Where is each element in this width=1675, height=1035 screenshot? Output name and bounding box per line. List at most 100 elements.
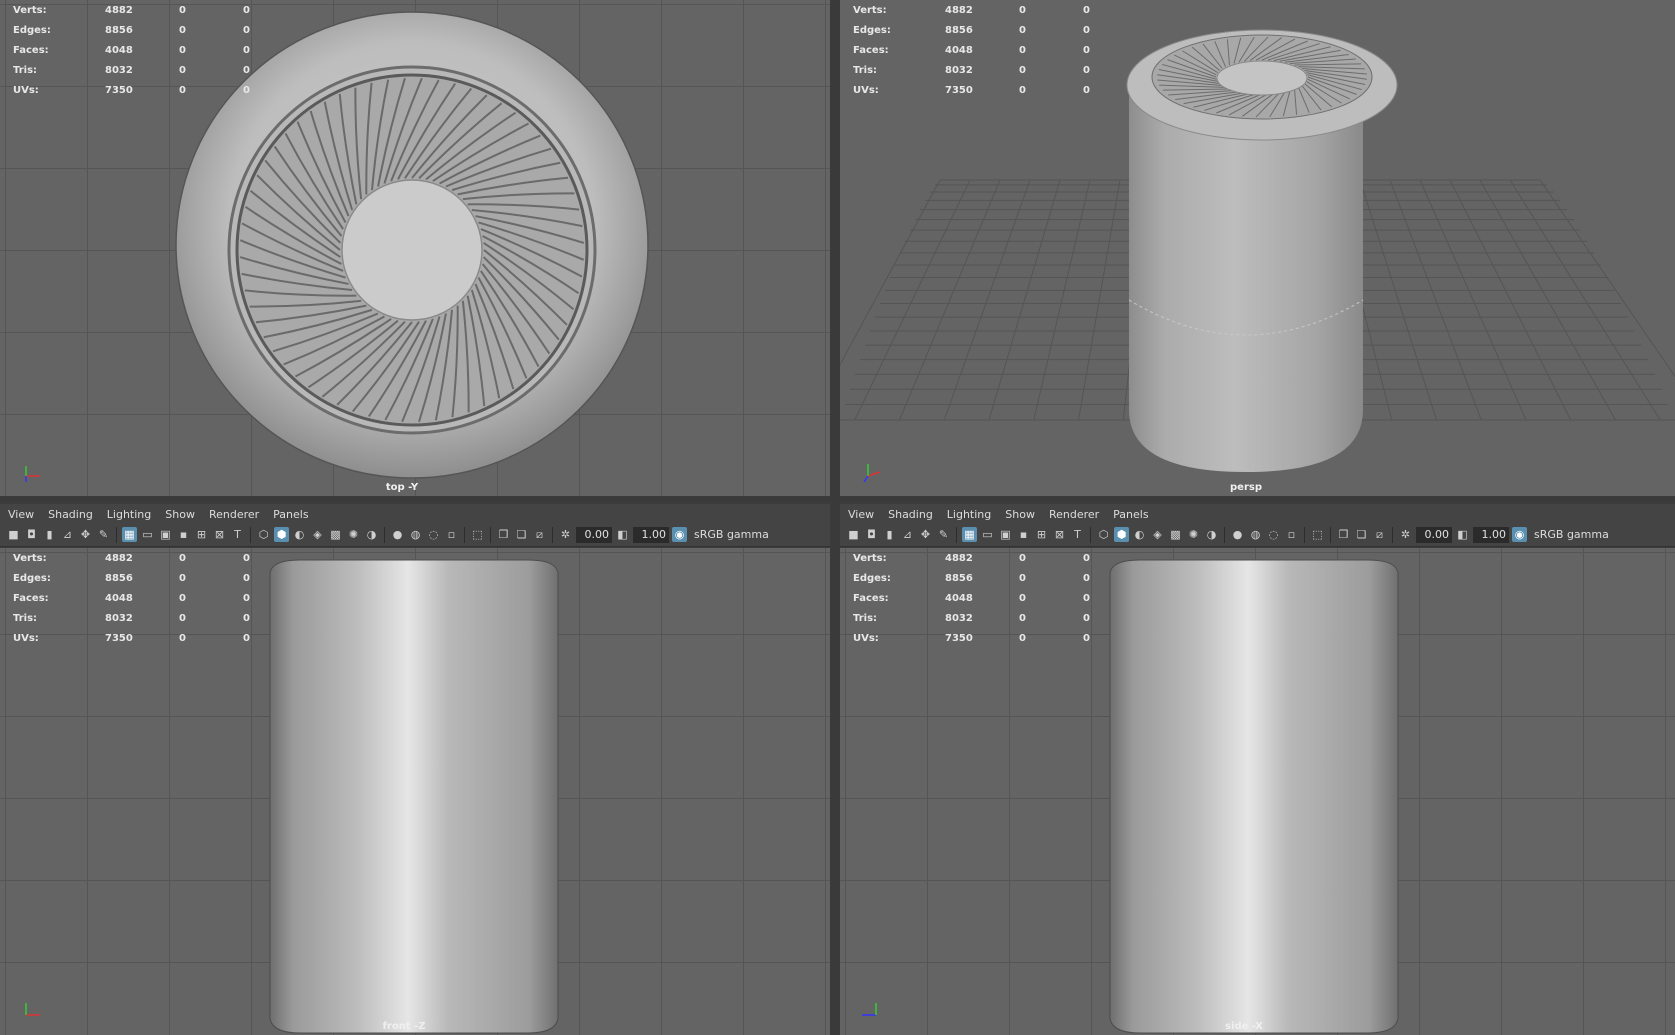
menu-panels[interactable]: Panels [1113,508,1148,521]
exposure-icon[interactable]: ✲ [558,527,573,542]
menu-renderer[interactable]: Renderer [1049,508,1099,521]
bookmark-icon[interactable]: ▮ [882,527,897,542]
grease-pencil-icon[interactable]: ✎ [936,527,951,542]
separator [1304,526,1305,543]
anti-aliasing-icon[interactable]: ◌ [1266,527,1281,542]
2d-pan-icon[interactable]: ✥ [78,527,93,542]
viewport-side[interactable]: Verts: 4882 0 0 Edges: 8856 0 0 Faces: 4048 0 0 T… [840,548,1675,1035]
xray-icon[interactable]: ❐ [496,527,511,542]
motion-blur-icon[interactable]: ◍ [1248,527,1263,542]
menu-shading[interactable]: Shading [48,508,93,521]
xray-joints-icon[interactable]: ❏ [514,527,529,542]
separator [1090,526,1091,543]
textured-icon[interactable]: ◈ [310,527,325,542]
color-space-label[interactable]: sRGB gamma [694,528,769,541]
exposure-icon[interactable]: ✲ [1398,527,1413,542]
motion-blur-icon[interactable]: ◍ [408,527,423,542]
wireframe-icon[interactable]: ⬡ [1096,527,1111,542]
viewport-top[interactable]: Verts: 4882 0 0 Edges: 8856 0 0 Faces: 4048 0 0 T… [0,0,830,496]
menu-show[interactable]: Show [165,508,195,521]
grid-icon[interactable]: ▦ [962,527,977,542]
gamma-icon[interactable]: ◧ [1455,527,1470,542]
camera-attributes-icon[interactable]: ◘ [24,527,39,542]
xray-active-icon[interactable]: ⧄ [1372,527,1387,542]
textured-icon[interactable]: ◈ [1150,527,1165,542]
ambient-occlusion-icon[interactable]: ● [390,527,405,542]
axis-gizmo-icon [25,466,40,482]
camera-attributes-icon[interactable]: ◘ [864,527,879,542]
default-material-icon[interactable]: ◐ [292,527,307,542]
hud-row-verts: Verts: 4882 0 0 [13,553,250,564]
menu-renderer[interactable]: Renderer [209,508,259,521]
panel-divider-horizontal[interactable] [0,496,1675,502]
gamma-field[interactable] [1473,526,1509,543]
gate-mask-icon[interactable]: ▪ [1016,527,1031,542]
color-management-icon[interactable]: ◉ [672,527,687,542]
camera-icon[interactable]: ■ [846,527,861,542]
camera-label-top: top -Y [385,482,419,493]
depth-of-field-icon[interactable]: ▫ [444,527,459,542]
smooth-shade-icon[interactable]: ⬢ [274,527,289,542]
exposure-field[interactable] [1416,526,1452,543]
xray-icon[interactable]: ❐ [1336,527,1351,542]
hud-row-tris: Tris: 8032 0 0 [853,613,1090,624]
menu-panels[interactable]: Panels [273,508,308,521]
shadows-icon[interactable]: ◑ [364,527,379,542]
grease-pencil-icon[interactable]: ✎ [96,527,111,542]
menu-shading[interactable]: Shading [888,508,933,521]
menu-view[interactable]: View [8,508,34,521]
panel-toolbar-front: ■ ◘ ▮ ⊿ ✥ ✎ ▦ ▭ ▣ ▪ ⊞ ⊠ T ⬡ ⬢ ◐ ◈ ▩ ✺ ◑ … [0,523,830,547]
viewport-front[interactable]: Verts: 4882 0 0 Edges: 8856 0 0 Faces: 4048 0 0 T… [0,548,830,1035]
2d-pan-icon[interactable]: ✥ [918,527,933,542]
color-space-label[interactable]: sRGB gamma [1534,528,1609,541]
isolate-select-icon[interactable]: ⬚ [1310,527,1325,542]
resolution-gate-icon[interactable]: ▣ [158,527,173,542]
gamma-icon[interactable]: ◧ [615,527,630,542]
field-chart-icon[interactable]: ⊞ [194,527,209,542]
camera-label-persp: persp [1230,482,1262,493]
panel-divider-vertical[interactable] [830,0,840,1035]
gamma-field[interactable] [633,526,669,543]
menu-lighting[interactable]: Lighting [107,508,151,521]
xray-active-icon[interactable]: ⧄ [532,527,547,542]
bookmark-icon[interactable]: ▮ [42,527,57,542]
separator [384,526,385,543]
default-material-icon[interactable]: ◐ [1132,527,1147,542]
hud-row-faces: Faces: 4048 0 0 [853,593,1090,604]
lights-icon[interactable]: ✺ [1186,527,1201,542]
viewport-persp[interactable]: Verts: 4882 0 0 Edges: 8856 0 0 Faces: 4048 0 0 T… [840,0,1675,496]
depth-of-field-icon[interactable]: ▫ [1284,527,1299,542]
exposure-field[interactable] [576,526,612,543]
film-gate-icon[interactable]: ▭ [980,527,995,542]
menu-show[interactable]: Show [1005,508,1035,521]
safe-action-icon[interactable]: ⊠ [212,527,227,542]
checker-icon[interactable]: ▩ [1168,527,1183,542]
smooth-shade-icon[interactable]: ⬢ [1114,527,1129,542]
wireframe-icon[interactable]: ⬡ [256,527,271,542]
color-management-icon[interactable]: ◉ [1512,527,1527,542]
checker-icon[interactable]: ▩ [328,527,343,542]
gate-mask-icon[interactable]: ▪ [176,527,191,542]
resolution-gate-icon[interactable]: ▣ [998,527,1013,542]
isolate-select-icon[interactable]: ⬚ [470,527,485,542]
grid-icon[interactable]: ▦ [122,527,137,542]
safe-action-icon[interactable]: ⊠ [1052,527,1067,542]
menu-lighting[interactable]: Lighting [947,508,991,521]
camera-icon[interactable]: ■ [6,527,21,542]
panel-menubar-side: View Shading Lighting Show Renderer Pane… [840,504,1675,524]
hud-row-uvs: UVs: 7350 0 0 [853,633,1090,644]
shadows-icon[interactable]: ◑ [1204,527,1219,542]
menu-view[interactable]: View [848,508,874,521]
lights-icon[interactable]: ✺ [346,527,361,542]
xray-joints-icon[interactable]: ❏ [1354,527,1369,542]
ambient-occlusion-icon[interactable]: ● [1230,527,1245,542]
separator [552,526,553,543]
image-plane-icon[interactable]: ⊿ [900,527,915,542]
image-plane-icon[interactable]: ⊿ [60,527,75,542]
hud-row-verts: Verts: 4882 0 0 [853,5,1090,16]
safe-title-icon[interactable]: T [1070,527,1085,542]
field-chart-icon[interactable]: ⊞ [1034,527,1049,542]
anti-aliasing-icon[interactable]: ◌ [426,527,441,542]
film-gate-icon[interactable]: ▭ [140,527,155,542]
safe-title-icon[interactable]: T [230,527,245,542]
